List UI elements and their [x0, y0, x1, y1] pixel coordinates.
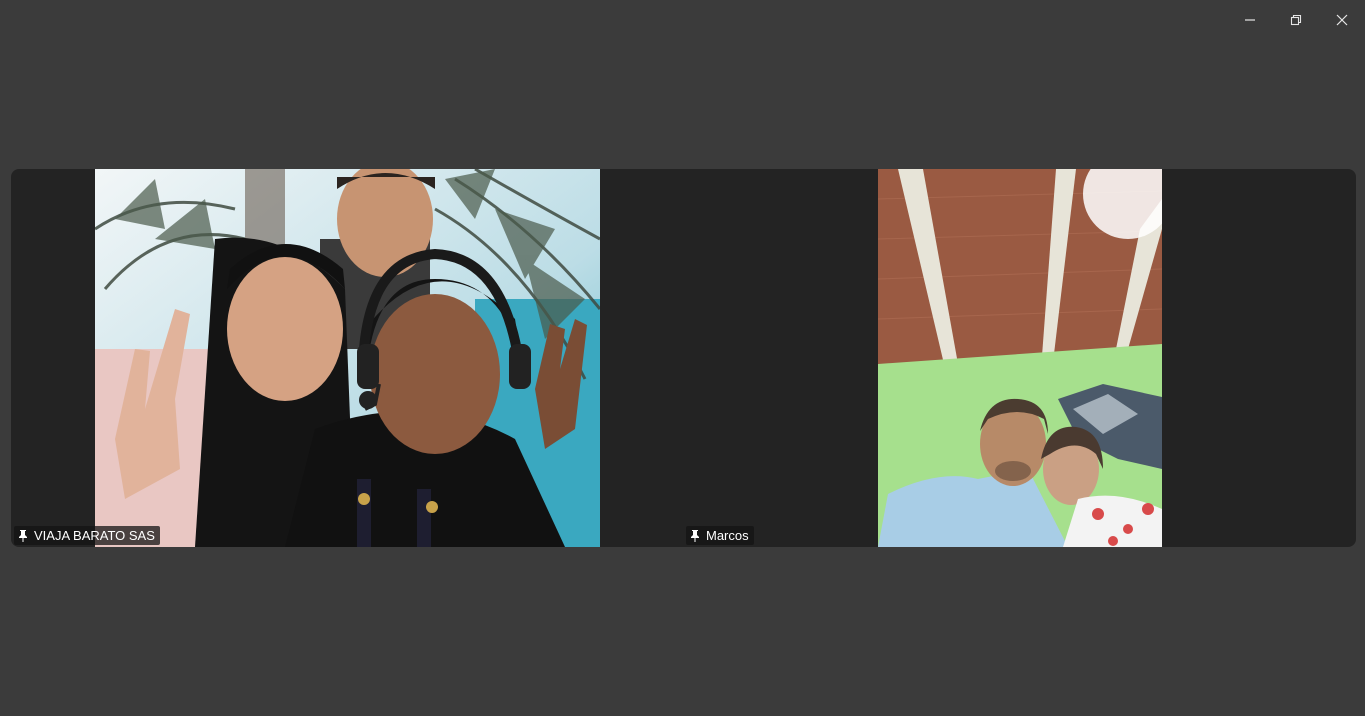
participant-video — [878, 169, 1162, 547]
participant-name: VIAJA BARATO SAS — [34, 528, 155, 543]
window-controls — [1227, 0, 1365, 40]
pin-icon — [691, 529, 699, 542]
restore-icon — [1290, 14, 1302, 26]
participant-name: Marcos — [706, 528, 749, 543]
video-frame-image — [878, 169, 1162, 547]
restore-button[interactable] — [1273, 0, 1319, 40]
participant-tile-marcos[interactable]: Marcos — [683, 169, 1356, 547]
minimize-button[interactable] — [1227, 0, 1273, 40]
participant-tile-viaja-barato[interactable]: VIAJA BARATO SAS — [11, 169, 683, 547]
close-button[interactable] — [1319, 0, 1365, 40]
close-icon — [1336, 14, 1348, 26]
video-frame-image — [95, 169, 600, 547]
participant-video — [95, 169, 600, 547]
meeting-window: VIAJA BARATO SAS Marcos — [0, 0, 1365, 716]
minimize-icon — [1245, 19, 1255, 21]
participant-name-tag: VIAJA BARATO SAS — [14, 526, 160, 545]
pin-icon — [19, 529, 27, 542]
participant-name-tag: Marcos — [686, 526, 754, 545]
gallery-strip: VIAJA BARATO SAS Marcos — [11, 169, 1356, 547]
